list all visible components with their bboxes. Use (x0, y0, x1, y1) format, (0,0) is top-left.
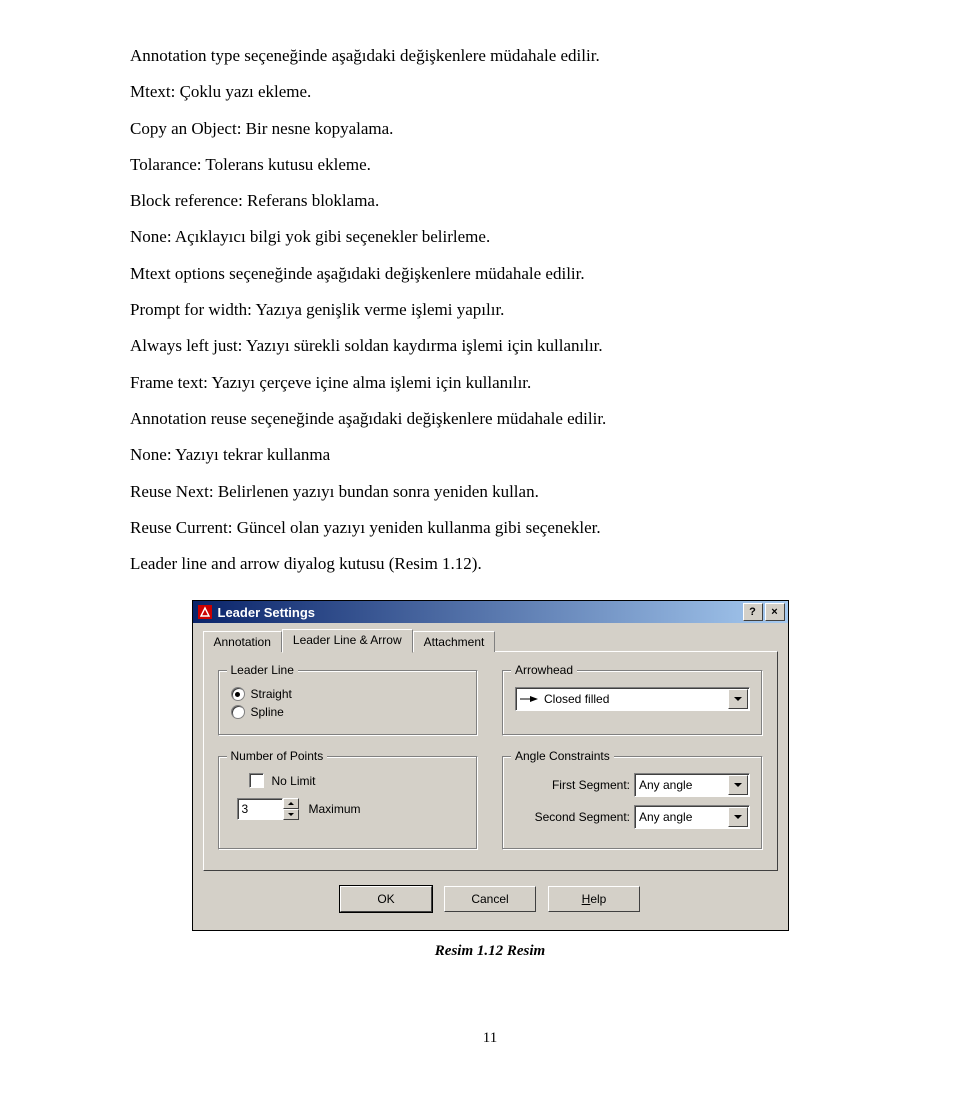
para: Annotation type seçeneğinde aşağıdaki de… (130, 40, 850, 72)
para: Copy an Object: Bir nesne kopyalama. (130, 113, 850, 145)
para: Prompt for width: Yazıya genişlik verme … (130, 294, 850, 326)
group-arrowhead: Arrowhead Closed filled (502, 670, 763, 736)
group-number-points: Number of Points No Limit (218, 756, 479, 850)
group-title: Arrowhead (511, 663, 577, 677)
first-segment-dropdown[interactable]: Any angle (634, 773, 750, 797)
spin-down-icon[interactable] (283, 809, 299, 820)
radio-label: Straight (251, 687, 292, 701)
tab-panel: Leader Line Straight Spline Arrow (203, 651, 778, 871)
help-button[interactable]: ? (743, 603, 763, 621)
titlebar: Leader Settings ? × (193, 601, 788, 623)
group-leader-line: Leader Line Straight Spline (218, 670, 479, 736)
checkbox-icon (249, 773, 264, 788)
checkbox-label: No Limit (272, 774, 316, 788)
para: Always left just: Yazıyı sürekli soldan … (130, 330, 850, 362)
spin-up-icon[interactable] (283, 798, 299, 809)
tabs: Annotation Leader Line & Arrow Attachmen… (203, 629, 778, 652)
para: Reuse Current: Güncel olan yazıyı yenide… (130, 512, 850, 544)
para: Mtext: Çoklu yazı ekleme. (130, 76, 850, 108)
cancel-button[interactable]: Cancel (444, 886, 536, 912)
app-icon (197, 604, 213, 620)
first-segment-label: First Segment: (515, 778, 630, 792)
radio-straight[interactable]: Straight (231, 687, 466, 701)
dialog-buttons: OK Cancel Help (203, 872, 778, 918)
dropdown-value: Any angle (635, 810, 727, 824)
maximum-label: Maximum (309, 802, 361, 816)
radio-spline[interactable]: Spline (231, 705, 466, 719)
para: None: Açıklayıcı bilgi yok gibi seçenekl… (130, 221, 850, 253)
para: Reuse Next: Belirlenen yazıyı bundan son… (130, 476, 850, 508)
para: Mtext options seçeneğinde aşağıdaki deği… (130, 258, 850, 290)
radio-label: Spline (251, 705, 284, 719)
para: Frame text: Yazıyı çerçeve içine alma iş… (130, 367, 850, 399)
tab-annotation[interactable]: Annotation (203, 631, 282, 652)
dropdown-value: Any angle (635, 778, 727, 792)
maximum-input[interactable] (237, 798, 283, 820)
para: Block reference: Referans bloklama. (130, 185, 850, 217)
nolimit-checkbox-row[interactable]: No Limit (249, 773, 466, 788)
close-button[interactable]: × (765, 603, 785, 621)
tab-leader-line-arrow[interactable]: Leader Line & Arrow (282, 629, 413, 653)
figure-caption: Resim 1.12 Resim (130, 943, 850, 960)
para: Tolarance: Tolerans kutusu ekleme. (130, 149, 850, 181)
chevron-down-icon (728, 689, 748, 709)
help-button[interactable]: Help (548, 886, 640, 912)
para: Annotation reuse seçeneğinde aşağıdaki d… (130, 403, 850, 435)
para: None: Yazıyı tekrar kullanma (130, 439, 850, 471)
group-angle-constraints: Angle Constraints First Segment: Any ang… (502, 756, 763, 850)
leader-settings-dialog: Leader Settings ? × Annotation Leader Li… (192, 600, 789, 931)
chevron-down-icon (728, 807, 748, 827)
page-number: 11 (130, 1030, 850, 1047)
group-title: Number of Points (227, 749, 328, 763)
radio-icon (231, 687, 245, 701)
second-segment-label: Second Segment: (515, 810, 630, 824)
dialog-title: Leader Settings (218, 605, 743, 620)
maximum-spinner[interactable] (237, 798, 299, 820)
ok-button[interactable]: OK (340, 886, 432, 912)
group-title: Leader Line (227, 663, 298, 677)
chevron-down-icon (728, 775, 748, 795)
group-title: Angle Constraints (511, 749, 614, 763)
tab-attachment[interactable]: Attachment (413, 631, 496, 652)
para: Leader line and arrow diyalog kutusu (Re… (130, 548, 850, 580)
second-segment-dropdown[interactable]: Any angle (634, 805, 750, 829)
arrowhead-dropdown[interactable]: Closed filled (515, 687, 750, 711)
radio-icon (231, 705, 245, 719)
arrowhead-preview-icon (516, 694, 540, 704)
body-text: Annotation type seçeneğinde aşağıdaki de… (130, 40, 850, 580)
dropdown-value: Closed filled (540, 692, 727, 706)
